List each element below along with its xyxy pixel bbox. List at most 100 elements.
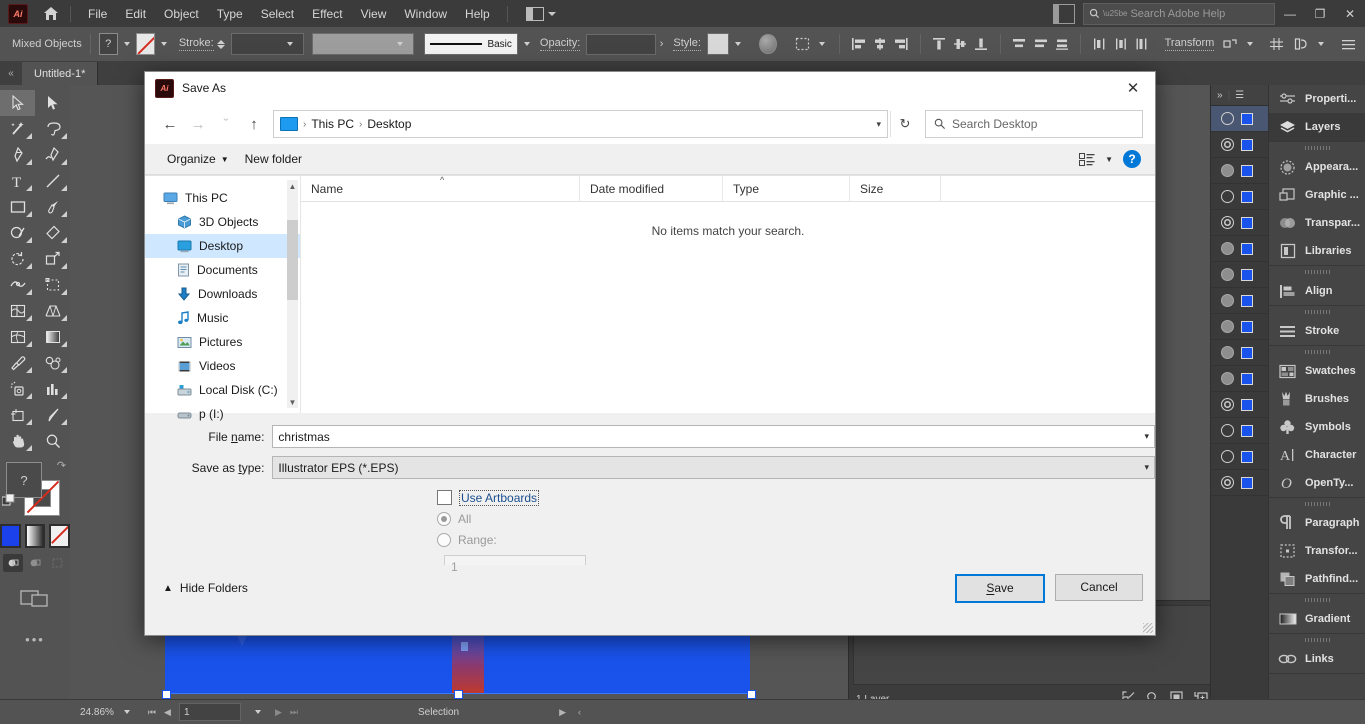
profile-chevron-down-icon[interactable]	[397, 42, 403, 46]
visibility-icon[interactable]	[1221, 476, 1234, 489]
layer-row[interactable]	[1211, 418, 1269, 444]
gradient-tool[interactable]	[35, 324, 70, 350]
column-header-name[interactable]: ^ Name	[301, 176, 580, 201]
panel-expand-icon[interactable]: »	[1217, 90, 1223, 101]
layer-row[interactable]	[1211, 314, 1269, 340]
dialog-close-button[interactable]: ✕	[1111, 72, 1155, 104]
last-artboard-icon[interactable]: ⏭	[290, 707, 298, 718]
use-artboards-row[interactable]: Use Artboards	[437, 487, 1155, 508]
menu-type[interactable]: Type	[208, 3, 252, 25]
make-clipping-mask-icon[interactable]	[1293, 34, 1310, 54]
help-button[interactable]: ?	[1123, 150, 1141, 168]
visibility-icon[interactable]	[1221, 112, 1234, 125]
dock-item-symbols[interactable]: Symbols	[1269, 413, 1365, 441]
dock-group-grip[interactable]	[1269, 594, 1365, 605]
lasso-tool[interactable]	[35, 116, 70, 142]
artboard-chevron-down-icon[interactable]	[819, 42, 825, 46]
artwork-rectangle[interactable]	[165, 632, 750, 694]
new-folder-button[interactable]: New folder	[237, 148, 310, 170]
dock-collapse-icon[interactable]: «	[0, 61, 22, 85]
stroke-weight-stepper[interactable]	[217, 40, 225, 49]
graphic-style-swatch[interactable]	[707, 33, 730, 55]
minimize-button[interactable]: —	[1275, 0, 1305, 27]
layer-row[interactable]	[1211, 340, 1269, 366]
zoom-chevron-down-icon[interactable]	[124, 710, 130, 714]
all-radio-row[interactable]: All	[437, 508, 1155, 529]
rotate-tool[interactable]	[0, 246, 35, 272]
workspace-switcher-icon[interactable]	[1053, 4, 1075, 24]
menu-select[interactable]: Select	[252, 3, 303, 25]
transform-chevron-down-icon[interactable]	[1247, 42, 1253, 46]
swap-fill-stroke-icon[interactable]: ↷	[57, 459, 66, 472]
dock-group-grip[interactable]	[1269, 498, 1365, 509]
layer-row[interactable]	[1211, 288, 1269, 314]
next-artboard-icon[interactable]: ▶	[275, 707, 282, 718]
more-tools-button[interactable]: •••	[0, 632, 70, 647]
dock-item-links[interactable]: Links	[1269, 645, 1365, 673]
layer-row[interactable]	[1211, 470, 1269, 496]
draw-normal-icon[interactable]	[3, 554, 23, 572]
breadcrumb-chevron-down-icon[interactable]: ▾	[876, 119, 881, 130]
visibility-icon[interactable]	[1221, 372, 1234, 385]
color-button[interactable]	[0, 524, 21, 548]
filename-chevron-down-icon[interactable]: ▾	[1144, 431, 1149, 442]
visibility-icon[interactable]	[1221, 268, 1234, 281]
dock-item-properties[interactable]: Properti...	[1269, 85, 1365, 113]
stroke-chevron-down-icon[interactable]	[161, 42, 167, 46]
line-segment-tool[interactable]	[35, 168, 70, 194]
nav-item-3d-objects[interactable]: 3D Objects	[145, 210, 300, 234]
distribute-center-icon[interactable]	[1032, 34, 1049, 54]
visibility-icon[interactable]	[1221, 164, 1234, 177]
search-help-input[interactable]: \u25be Search Adobe Help	[1083, 3, 1275, 25]
current-tool-label[interactable]: Selection	[418, 707, 459, 718]
paintbrush-tool[interactable]	[35, 194, 70, 220]
dock-group-grip[interactable]	[1269, 266, 1365, 277]
zoom-level-control[interactable]: 24.86%	[70, 707, 136, 718]
visibility-icon[interactable]	[1221, 138, 1234, 151]
column-graph-tool[interactable]	[35, 376, 70, 402]
recolor-artwork-icon[interactable]	[759, 34, 776, 54]
selection-handle-center[interactable]	[454, 690, 463, 699]
align-right-icon[interactable]	[893, 34, 910, 54]
layer-row[interactable]	[1211, 210, 1269, 236]
dock-item-gradient[interactable]: Gradient	[1269, 605, 1365, 633]
selection-handle-left[interactable]	[162, 690, 171, 699]
menu-window[interactable]: Window	[395, 3, 456, 25]
slice-tool[interactable]	[35, 402, 70, 428]
scroll-up-icon[interactable]: ▲	[287, 180, 298, 192]
dock-item-transparency[interactable]: Transpar...	[1269, 209, 1365, 237]
close-button[interactable]: ✕	[1335, 0, 1365, 27]
default-fill-stroke-icon[interactable]	[2, 494, 15, 507]
dock-item-stroke[interactable]: Stroke	[1269, 317, 1365, 345]
brush-chevron-down-icon[interactable]	[524, 42, 530, 46]
dialog-title-bar[interactable]: Ai Save As ✕	[145, 72, 1155, 104]
stroke-profile-dropdown[interactable]	[312, 33, 414, 55]
save-button[interactable]: Save	[955, 574, 1045, 603]
menu-help[interactable]: Help	[456, 3, 499, 25]
nav-item-desktop[interactable]: Desktop	[145, 234, 300, 258]
nav-item-local-disk-c[interactable]: Local Disk (C:)	[145, 378, 300, 402]
layer-row[interactable]	[1211, 444, 1269, 470]
visibility-icon[interactable]	[1221, 346, 1234, 359]
dock-item-align[interactable]: Align	[1269, 277, 1365, 305]
direct-selection-tool[interactable]	[35, 90, 70, 116]
distribute-horizontal-right-icon[interactable]	[1133, 34, 1150, 54]
align-center-vertical-icon[interactable]	[952, 34, 969, 54]
reflect-transform-icon[interactable]	[1222, 34, 1239, 54]
eyedropper-tool[interactable]	[0, 350, 35, 376]
range-radio-row[interactable]: Range:	[437, 529, 1155, 550]
document-tab[interactable]: Untitled-1*	[22, 62, 98, 85]
type-tool[interactable]: T	[0, 168, 35, 194]
menu-effect[interactable]: Effect	[303, 3, 351, 25]
rectangle-tool[interactable]	[0, 194, 35, 220]
selection-tool[interactable]	[0, 90, 35, 116]
symbol-sprayer-tool[interactable]	[0, 376, 35, 402]
all-radio-button[interactable]	[437, 512, 451, 526]
visibility-icon[interactable]	[1221, 424, 1234, 437]
distribute-horizontal-center-icon[interactable]	[1112, 34, 1129, 54]
home-icon[interactable]	[40, 4, 62, 24]
nav-item-pictures[interactable]: Pictures	[145, 330, 300, 354]
screen-mode-button[interactable]	[0, 586, 70, 610]
layer-row[interactable]	[1211, 262, 1269, 288]
control-panel-menu-icon[interactable]	[1340, 34, 1357, 54]
